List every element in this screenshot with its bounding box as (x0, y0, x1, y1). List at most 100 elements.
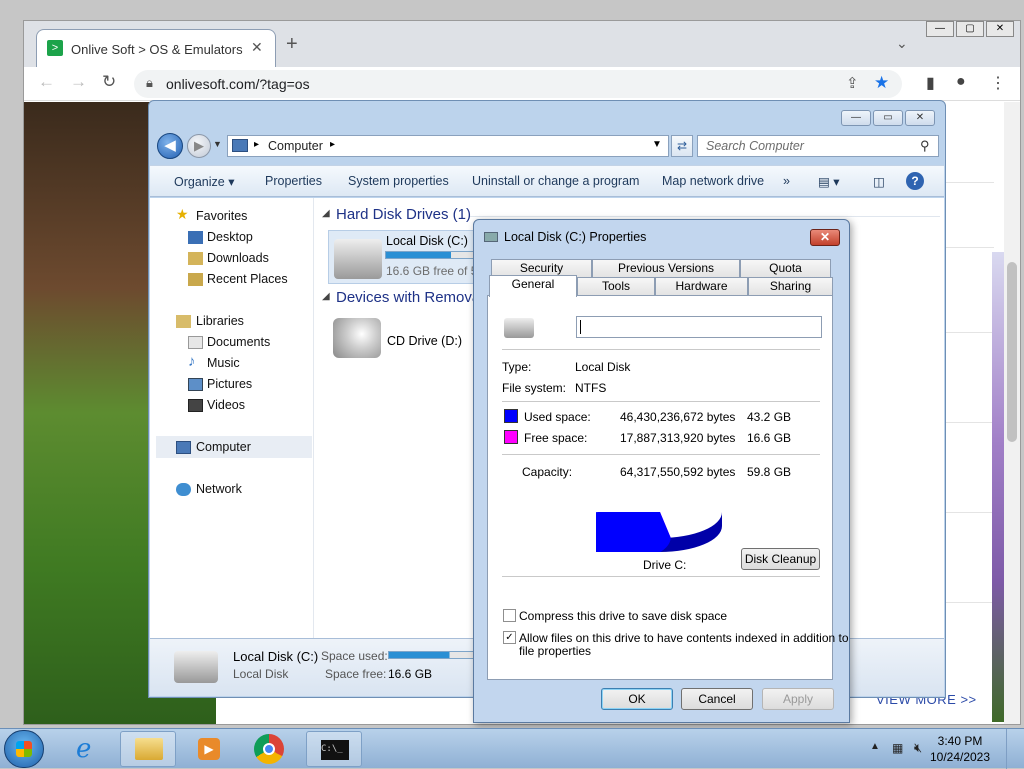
show-desktop-button[interactable] (1006, 729, 1020, 769)
url-text[interactable]: onlivesoft.com/?tag=os (166, 76, 310, 92)
hdd-group-title[interactable]: Hard Disk Drives (1) (336, 206, 471, 223)
maximize-icon[interactable]: ▭ (873, 110, 903, 126)
more-commands-button[interactable]: » (783, 174, 790, 188)
reload-icon[interactable]: ↻ (102, 72, 116, 92)
taskbar-explorer-button[interactable] (120, 731, 176, 767)
taskbar-ie-button[interactable]: e (62, 731, 118, 767)
nav-computer[interactable]: Computer (196, 440, 251, 454)
preview-pane-icon[interactable]: ◫ (873, 174, 885, 189)
address-dropdown-icon[interactable]: ▼ (652, 139, 662, 150)
new-tab-button[interactable]: + (286, 34, 298, 54)
minimize-icon[interactable]: — (841, 110, 871, 126)
ok-button[interactable]: OK (601, 688, 673, 710)
explorer-window-controls: — ▭ ✕ (841, 109, 937, 126)
search-input[interactable]: Search Computer ⚲ (697, 135, 939, 157)
tab-sharing[interactable]: Sharing (748, 277, 833, 295)
nav-libraries[interactable]: Libraries (196, 314, 244, 328)
drive-label-input[interactable] (576, 316, 822, 338)
omnibox[interactable]: 🔒︎ onlivesoft.com/?tag=os ⇪ ★ (134, 70, 902, 98)
drive-c-usage-bar (385, 251, 477, 259)
divider (944, 247, 994, 248)
music-note-icon: ♪ (188, 353, 196, 370)
breadcrumb-arrow-icon[interactable]: ▸ (254, 139, 259, 150)
history-dropdown-icon[interactable]: ▼ (213, 139, 222, 149)
collapse-arrow-icon[interactable]: ◢ (322, 208, 330, 219)
search-icon[interactable]: ⚲ (920, 138, 930, 154)
collapse-arrow-icon[interactable]: ◢ (322, 291, 330, 302)
taskbar-chrome-button[interactable] (242, 731, 298, 767)
nav-desktop[interactable]: Desktop (207, 230, 253, 244)
divider (944, 182, 994, 183)
tab-quota[interactable]: Quota (740, 259, 831, 277)
divider (502, 401, 820, 402)
forward-button[interactable]: ▶ (187, 134, 211, 158)
share-icon[interactable]: ⇪ (846, 74, 859, 92)
compress-label[interactable]: Compress this drive to save disk space (519, 609, 727, 623)
drive-c-tile[interactable]: Local Disk (C:) 16.6 GB free of 5 (328, 230, 478, 284)
breadcrumb-arrow-icon[interactable]: ▸ (330, 139, 335, 150)
network-tray-icon[interactable]: ▦ (892, 741, 903, 755)
back-arrow-icon[interactable]: ← (38, 72, 55, 92)
scrollbar-thumb[interactable] (1007, 262, 1017, 442)
nav-network[interactable]: Network (196, 482, 242, 496)
taskbar-cmd-button[interactable]: C:\_ (306, 731, 362, 767)
index-checkbox[interactable]: ✓ (503, 631, 516, 644)
page-scrollbar[interactable] (1004, 102, 1020, 724)
sidebar-icon[interactable]: ▮ (926, 73, 935, 93)
tab-previous-versions[interactable]: Previous Versions (592, 259, 740, 277)
address-bar[interactable]: ▸ Computer ▸ ▼ (227, 135, 669, 157)
menu-dots-icon[interactable]: ⋮ (990, 73, 1006, 93)
map-network-drive-button[interactable]: Map network drive (662, 174, 764, 188)
tab-hardware[interactable]: Hardware (655, 277, 748, 295)
taskbar-media-button[interactable]: ▶ (182, 731, 238, 767)
command-prompt-icon: C:\_ (321, 740, 349, 760)
nav-favorites[interactable]: Favorites (196, 209, 247, 223)
videos-icon (188, 399, 203, 412)
forward-arrow-icon[interactable]: → (70, 72, 87, 92)
view-options-icon[interactable]: ▤ ▾ (818, 174, 840, 189)
maximize-icon[interactable]: ▢ (956, 21, 984, 37)
nav-pictures[interactable]: Pictures (207, 377, 252, 391)
organize-button[interactable]: Organize ▾ (174, 174, 234, 189)
index-label-line2[interactable]: file properties (519, 644, 591, 658)
pie-used-slice (596, 512, 671, 552)
properties-button[interactable]: Properties (265, 174, 322, 188)
uninstall-program-button[interactable]: Uninstall or change a program (472, 174, 639, 188)
removable-group-title[interactable]: Devices with Remova (336, 289, 480, 306)
capacity-gb: 59.8 GB (747, 465, 792, 479)
internet-explorer-icon: e (76, 734, 92, 764)
bookmark-star-icon[interactable]: ★ (874, 73, 889, 93)
help-icon[interactable]: ? (906, 172, 924, 190)
tab-tools[interactable]: Tools (577, 277, 655, 295)
apply-button[interactable]: Apply (762, 688, 834, 710)
nav-music[interactable]: Music (207, 356, 240, 370)
close-icon[interactable]: ✕ (905, 110, 935, 126)
browser-tab[interactable]: > Onlive Soft > OS & Emulators ✕ (36, 29, 276, 67)
tab-search-chevron-icon[interactable]: ⌄ (896, 35, 908, 52)
nav-videos[interactable]: Videos (207, 398, 245, 412)
back-button[interactable]: ◀ (157, 133, 183, 159)
cd-drive-icon[interactable] (333, 318, 381, 358)
tab-close-icon[interactable]: ✕ (251, 39, 263, 56)
nav-documents[interactable]: Documents (207, 335, 270, 349)
profile-avatar-icon[interactable]: ● (956, 73, 966, 91)
nav-recent-places[interactable]: Recent Places (207, 272, 288, 286)
tab-general[interactable]: General (489, 275, 577, 297)
volume-muted-icon[interactable]: 🔇︎ (914, 740, 922, 756)
cancel-button[interactable]: Cancel (681, 688, 753, 710)
cd-drive-name[interactable]: CD Drive (D:) (387, 334, 462, 348)
refresh-button[interactable]: ⇄ (671, 135, 693, 157)
compress-checkbox[interactable] (503, 609, 516, 622)
breadcrumb-computer[interactable]: Computer (268, 139, 323, 153)
tray-arrow-icon[interactable]: ▲ (870, 741, 880, 752)
close-icon[interactable]: ✕ (986, 21, 1014, 37)
close-button[interactable]: ✕ (810, 229, 840, 246)
index-label[interactable]: Allow files on this drive to have conten… (519, 631, 849, 645)
nav-downloads[interactable]: Downloads (207, 251, 269, 265)
start-button[interactable] (4, 730, 44, 768)
disk-cleanup-button[interactable]: Disk Cleanup (741, 548, 820, 570)
system-properties-button[interactable]: System properties (348, 174, 449, 188)
minimize-icon[interactable]: — (926, 21, 954, 37)
free-space-gb: 16.6 GB (747, 431, 792, 445)
clock[interactable]: 3:40 PM 10/24/2023 (928, 733, 992, 765)
